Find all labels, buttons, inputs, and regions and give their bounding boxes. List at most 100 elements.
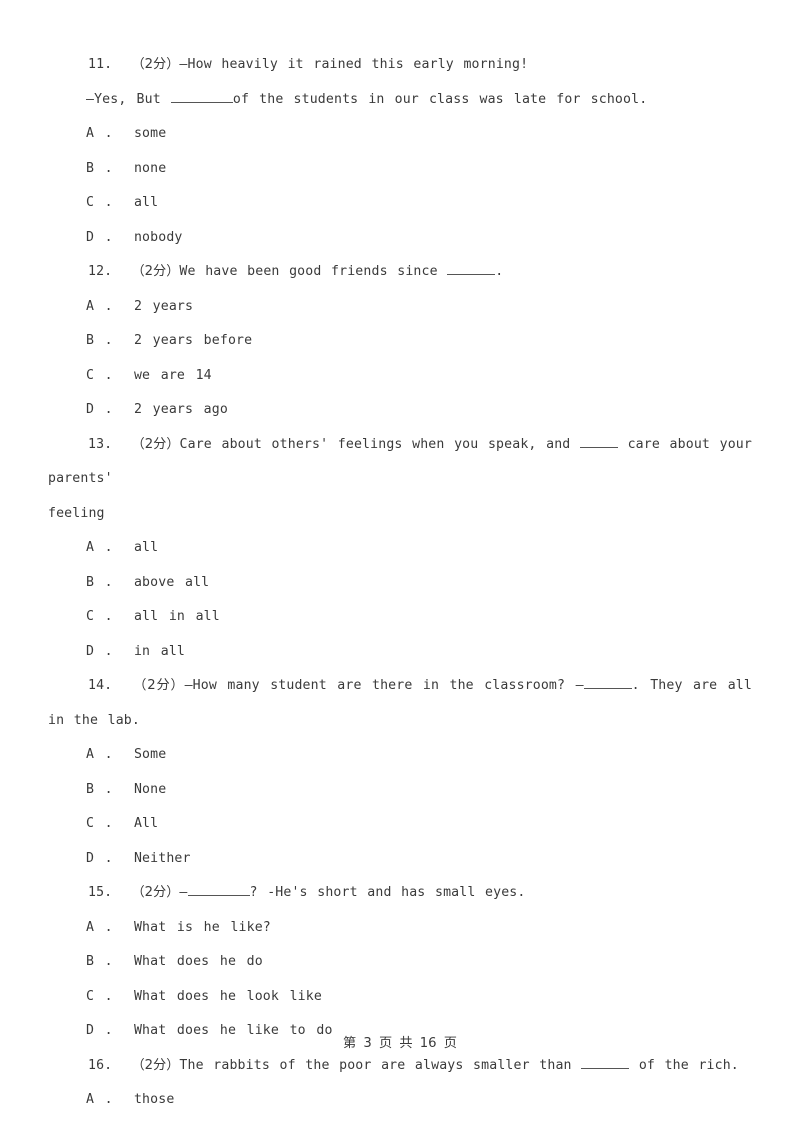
question-block-11: 11. （2分）—How heavily it rained this earl…: [48, 48, 752, 255]
option-separator: .: [94, 609, 113, 624]
option-letter: C: [86, 816, 95, 831]
question-12-blank: [447, 261, 496, 275]
option-separator: .: [94, 540, 113, 555]
question-block-15: 15. （2分）— ? -He's short and has small eye…: [48, 876, 752, 1049]
question-block-14: 14. （2分）—How many student are there in t…: [48, 669, 752, 876]
option-text: all: [133, 540, 159, 555]
question-14-number: 14.: [88, 678, 113, 693]
option-separator: .: [94, 574, 113, 590]
question-block-13: 13. （2分）Care about others' feelings when…: [48, 428, 752, 670]
question-11-stem-text: —How heavily it rained this early mornin…: [179, 57, 529, 72]
option-separator: .: [94, 229, 113, 245]
option-letter: C: [86, 609, 95, 624]
option-15-B[interactable]: B . What does he do: [48, 945, 752, 980]
question-15-number: 15.: [88, 885, 113, 900]
question-16-blank: [581, 1055, 630, 1069]
question-block-12: 12. （2分）We have been good friends since …: [48, 255, 752, 428]
option-14-D[interactable]: D . Neither: [48, 842, 752, 877]
option-letter: C: [86, 988, 95, 1004]
option-letter: A: [86, 919, 95, 935]
option-text: nobody: [133, 229, 183, 245]
option-text: What does he look like: [133, 988, 322, 1004]
option-13-B[interactable]: B . above all: [48, 566, 752, 601]
option-text: above all: [133, 574, 210, 590]
option-11-A[interactable]: A . some: [48, 117, 752, 152]
question-13-stem-continuation: feeling: [48, 505, 105, 521]
page-footer: 第 3 页 共 16 页: [0, 1032, 800, 1051]
question-13-stem-prefix: Care about others' feelings when you spe…: [179, 436, 580, 452]
option-text: none: [133, 160, 167, 176]
option-letter: A: [86, 126, 95, 141]
question-11-reply-suffix: of the students in our class was late fo…: [232, 91, 648, 107]
option-12-C[interactable]: C . we are 14: [48, 359, 752, 394]
question-15-stem-prefix: —: [179, 885, 188, 900]
option-14-C[interactable]: C . All: [48, 807, 752, 842]
option-text: All: [133, 816, 159, 831]
option-text: 2 years: [133, 298, 194, 314]
question-13-number: 13.: [88, 436, 113, 452]
option-12-A[interactable]: A . 2 years: [48, 290, 752, 325]
option-letter: A: [86, 540, 95, 555]
option-11-B[interactable]: B . none: [48, 152, 752, 187]
question-15-stem: 15. （2分）— ? -He's short and has small eye…: [48, 876, 752, 911]
question-13-score: （2分）: [131, 436, 180, 452]
option-14-A[interactable]: A . Some: [48, 738, 752, 773]
question-12-score: （2分）: [131, 264, 180, 279]
option-letter: D: [86, 643, 95, 659]
option-letter: B: [86, 954, 95, 969]
option-letter: C: [86, 367, 95, 383]
option-text: 2 years ago: [133, 402, 228, 417]
option-13-C[interactable]: C . all in all: [48, 600, 752, 635]
option-text: 2 years before: [133, 333, 253, 348]
question-11-blank: [170, 89, 233, 103]
option-text: What is he like?: [133, 919, 271, 935]
option-15-A[interactable]: A . What is he like?: [48, 911, 752, 946]
option-14-B[interactable]: B . None: [48, 773, 752, 808]
question-12-stem-suffix: .: [495, 264, 504, 279]
option-text: some: [133, 126, 167, 141]
option-text: all in all: [133, 609, 220, 624]
option-letter: A: [86, 298, 95, 314]
question-16-stem-suffix: of the rich.: [629, 1057, 739, 1073]
question-14-stem-prefix: —How many student are there in the class…: [184, 678, 584, 693]
document-page: 11. （2分） —How heavily it rained this earl…: [0, 0, 800, 1132]
option-separator: .: [94, 781, 113, 797]
option-separator: .: [94, 1092, 113, 1107]
option-11-C[interactable]: C . all: [48, 186, 752, 221]
question-14-score: （2分）: [133, 678, 185, 693]
question-12-number: 12.: [88, 264, 113, 279]
option-separator: .: [94, 367, 113, 383]
option-separator: .: [94, 333, 113, 348]
option-text: those: [133, 1092, 175, 1107]
question-11-reply-prefix: —Yes, But: [86, 91, 171, 107]
option-letter: C: [86, 195, 95, 210]
option-letter: D: [86, 850, 95, 866]
option-letter: D: [86, 229, 95, 245]
option-separator: .: [94, 402, 113, 417]
question-11-number: 11.: [88, 57, 113, 72]
option-16-A[interactable]: A . those: [48, 1083, 752, 1118]
option-separator: .: [94, 816, 113, 831]
option-text: Neither: [133, 850, 191, 866]
option-separator: .: [94, 160, 113, 176]
question-12-stem-prefix: We have been good friends since: [179, 264, 448, 279]
question-14-blank: [583, 675, 632, 689]
option-separator: .: [94, 747, 113, 762]
option-separator: .: [94, 126, 113, 141]
question-16-stem-prefix: The rabbits of the poor are always small…: [179, 1057, 582, 1073]
option-13-D[interactable]: D . in all: [48, 635, 752, 670]
option-separator: .: [94, 298, 113, 314]
option-13-A[interactable]: A . all: [48, 531, 752, 566]
option-15-C[interactable]: C . What does he look like: [48, 980, 752, 1015]
option-letter: A: [86, 747, 95, 762]
question-16-stem: 16. （2分）The rabbits of the poor are alwa…: [48, 1049, 752, 1084]
option-letter: B: [86, 160, 95, 176]
option-12-B[interactable]: B . 2 years before: [48, 324, 752, 359]
question-15-score: （2分）: [131, 885, 180, 900]
option-letter: B: [86, 781, 95, 797]
question-15-blank: [187, 882, 250, 896]
option-separator: .: [94, 988, 113, 1004]
question-11-stem: 11. （2分）—How heavily it rained this earl…: [48, 48, 752, 83]
option-12-D[interactable]: D . 2 years ago: [48, 393, 752, 428]
option-11-D[interactable]: D . nobody: [48, 221, 752, 256]
